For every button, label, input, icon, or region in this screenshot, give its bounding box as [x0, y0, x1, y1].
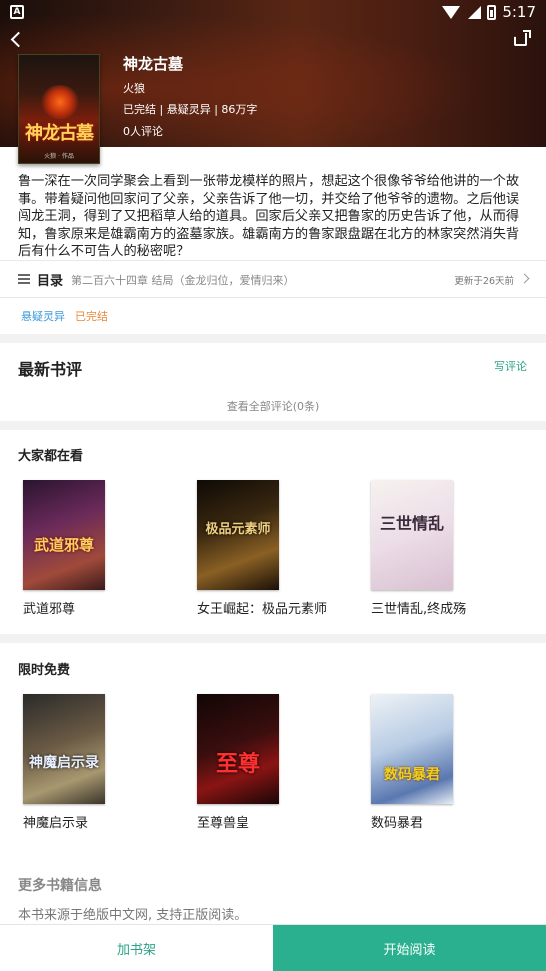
- book-name: 至尊兽皇: [197, 816, 250, 831]
- signal-icon: [468, 5, 482, 19]
- cover-author: 火狼 · 作品: [44, 153, 74, 160]
- book-author[interactable]: 火狼: [123, 80, 145, 96]
- book-meta: 已完结 | 悬疑灵异 | 86万字: [123, 103, 258, 116]
- wifi-icon: [442, 5, 461, 19]
- book-cover: 武道邪尊: [23, 480, 105, 590]
- book-name: 数码暴君: [371, 816, 424, 831]
- table-of-contents-row[interactable]: 目录 第二百六十四章 结局（金龙归位，爱情归来） 更新于26天前: [0, 261, 546, 297]
- book-name: 三世情乱,终成殇: [371, 602, 467, 617]
- book-name: 武道邪尊: [23, 602, 76, 617]
- genre-tag[interactable]: 悬疑灵异: [21, 308, 65, 324]
- chevron-right-icon: [519, 273, 530, 284]
- cover-title: 神龙古墓: [25, 123, 94, 144]
- tag-list: 悬疑灵异 已完结: [21, 308, 108, 324]
- more-info-text: 本书来源于绝版中文网, 支持正版阅读。: [18, 908, 248, 923]
- book-cover: 神龙古墓 火狼 · 作品: [18, 54, 100, 164]
- free-section-title: 限时免费: [18, 663, 71, 678]
- book-cover: 数码暴君: [371, 694, 453, 804]
- section-gap: [0, 334, 546, 343]
- start-reading-button[interactable]: 开始阅读: [273, 925, 546, 971]
- popular-book-card[interactable]: 三世情乱 三世情乱,终成殇: [371, 480, 531, 617]
- update-time: 更新于26天前: [454, 276, 514, 287]
- cover-title: 神魔启示录: [29, 755, 99, 771]
- toc-label: 目录: [37, 274, 64, 289]
- cover-title: 至尊: [215, 751, 260, 777]
- status-bar: A 5:17: [0, 0, 546, 26]
- book-cover: 至尊: [197, 694, 279, 804]
- cover-title: 数码暴君: [384, 767, 440, 783]
- cover-title: 武道邪尊: [33, 536, 94, 554]
- popular-section-title: 大家都在看: [18, 449, 84, 464]
- book-cover: 极品元素师: [197, 480, 279, 590]
- notification-icon: A: [10, 5, 24, 19]
- popular-book-card[interactable]: 武道邪尊 武道邪尊: [23, 480, 183, 617]
- free-book-card[interactable]: 数码暴君 数码暴君: [371, 694, 531, 831]
- book-name: 女王崛起：极品元素师: [197, 602, 328, 617]
- review-count: 0人评论: [123, 125, 163, 138]
- reviews-section-title: 最新书评: [18, 360, 83, 379]
- bottom-action-bar: 加书架 开始阅读: [0, 924, 546, 971]
- more-info-title: 更多书籍信息: [18, 878, 102, 894]
- status-time: 5:17: [502, 3, 536, 21]
- cover-title: 三世情乱: [379, 514, 444, 533]
- section-gap: [0, 421, 546, 430]
- list-icon: [18, 274, 30, 284]
- section-gap: [0, 634, 546, 643]
- share-button[interactable]: [514, 30, 531, 46]
- book-cover: 神魔启示录: [23, 694, 105, 804]
- battery-icon: [487, 4, 497, 20]
- view-all-reviews-link[interactable]: 查看全部评论(0条): [0, 398, 546, 414]
- book-title: 神龙古墓: [123, 55, 184, 73]
- latest-chapter: 第二百六十四章 结局（金龙归位，爱情归来）: [71, 274, 295, 287]
- cover-title: 极品元素师: [205, 522, 271, 537]
- popular-book-card[interactable]: 极品元素师 女王崛起：极品元素师: [197, 480, 357, 617]
- divider: [0, 297, 546, 298]
- write-review-button[interactable]: 写评论: [494, 358, 527, 374]
- back-button[interactable]: [9, 31, 27, 49]
- free-book-card[interactable]: 至尊 至尊兽皇: [197, 694, 357, 831]
- free-book-card[interactable]: 神魔启示录 神魔启示录: [23, 694, 183, 831]
- add-to-shelf-button[interactable]: 加书架: [0, 925, 273, 971]
- book-description[interactable]: 鲁一深在一次同学聚会上看到一张带龙模样的照片，想起这个很像爷爷给他讲的一个故事。…: [18, 173, 532, 261]
- status-tag[interactable]: 已完结: [75, 308, 108, 324]
- book-cover: 三世情乱: [371, 480, 453, 590]
- book-name: 神魔启示录: [23, 816, 89, 831]
